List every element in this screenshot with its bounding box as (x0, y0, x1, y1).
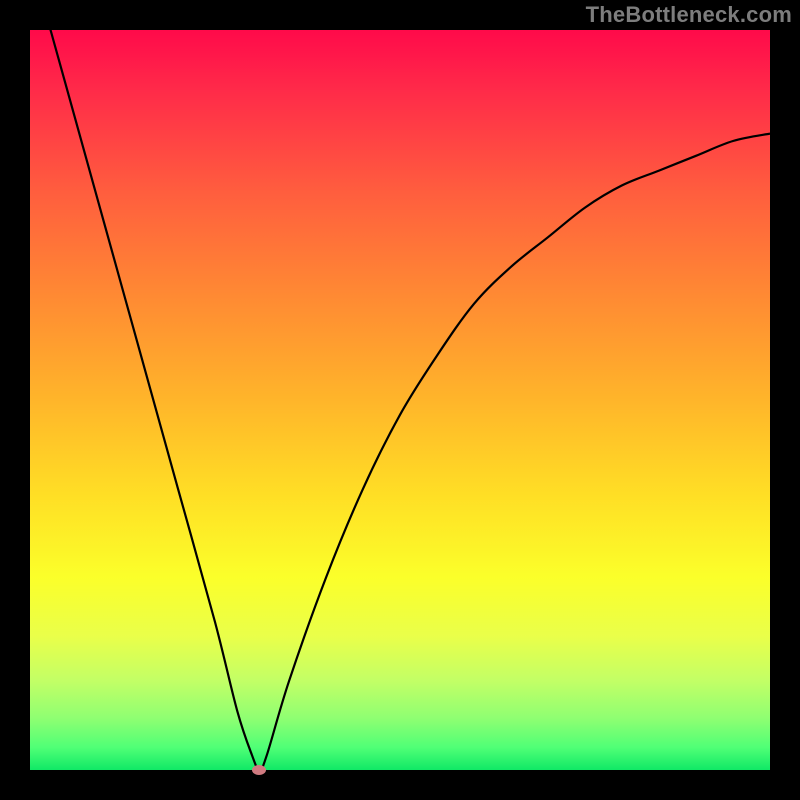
chart-frame: TheBottleneck.com (0, 0, 800, 800)
plot-area (30, 30, 770, 770)
curve-svg (30, 30, 770, 770)
bottleneck-curve (30, 30, 770, 770)
minimum-marker (252, 765, 266, 775)
watermark-text: TheBottleneck.com (586, 2, 792, 28)
